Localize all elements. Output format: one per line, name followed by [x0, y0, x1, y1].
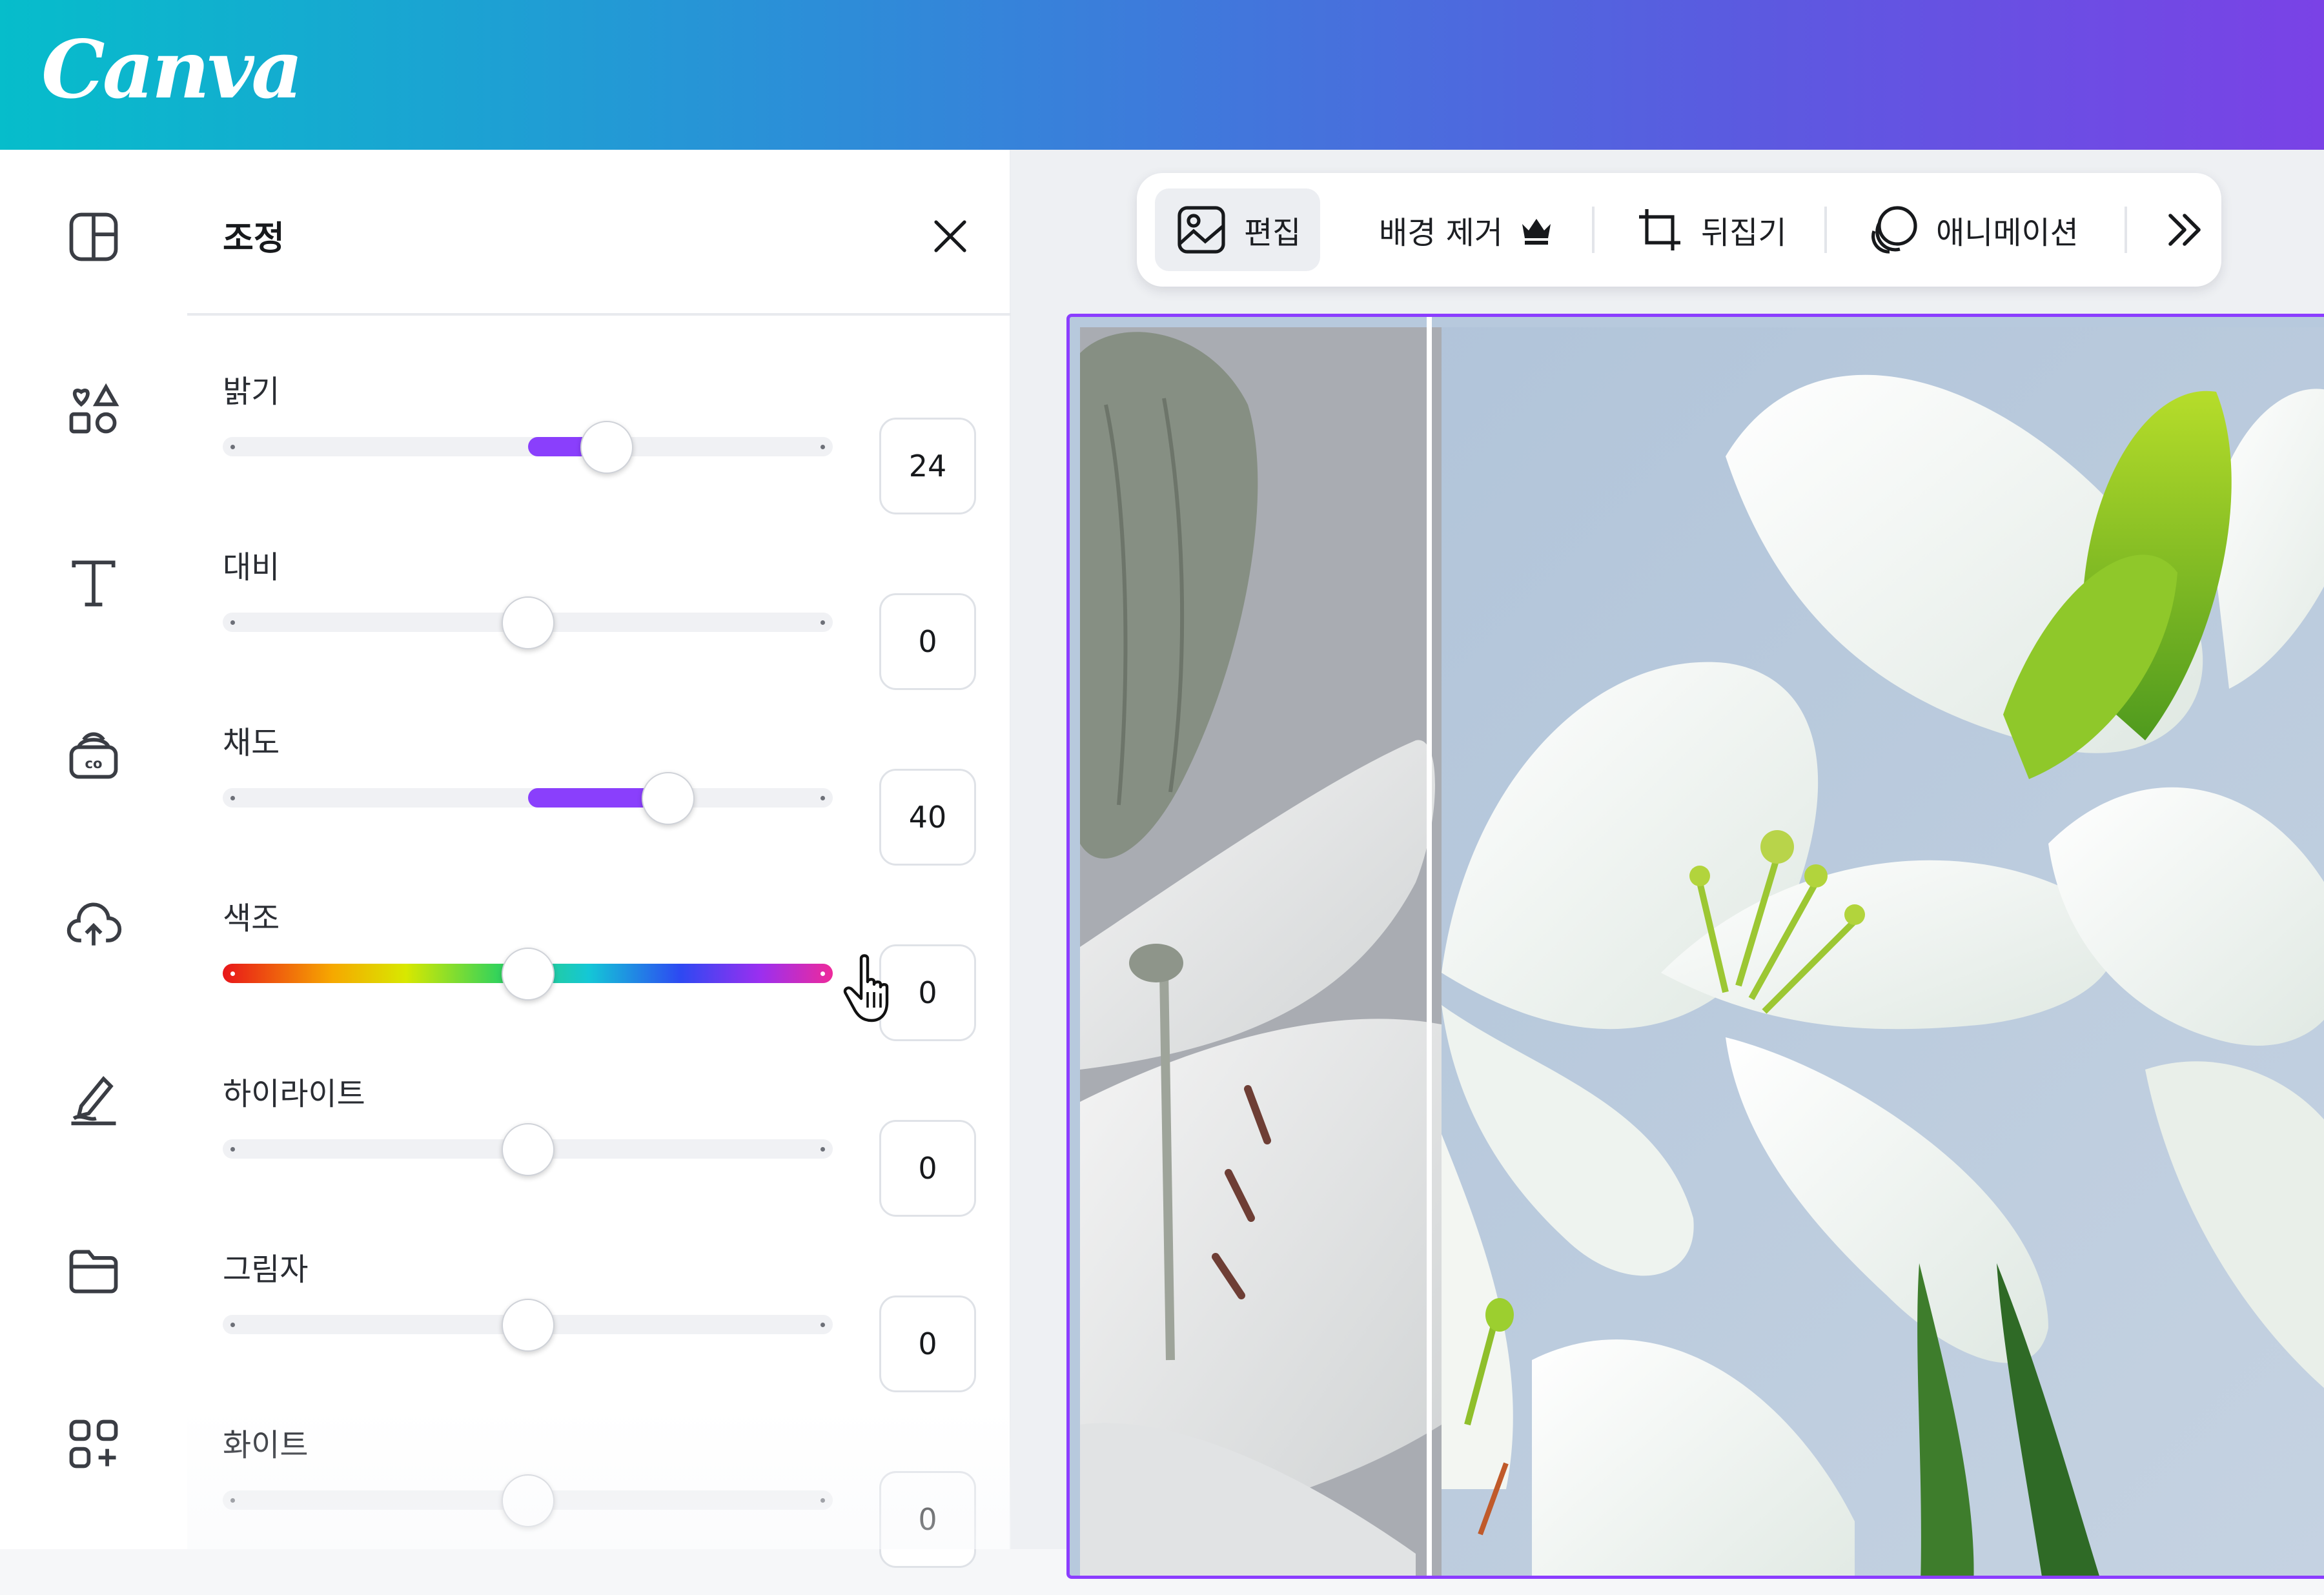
draw-icon[interactable]: [61, 1066, 126, 1131]
slider-thumb[interactable]: [501, 596, 555, 649]
adjustment-row: 밝기 24: [187, 366, 1011, 542]
slider-end-dot: [230, 1323, 235, 1327]
value-input[interactable]: 0: [879, 1120, 976, 1217]
slider-thumb[interactable]: [641, 772, 695, 825]
slider-end-dot: [821, 445, 825, 449]
crown-icon: [1522, 219, 1551, 245]
adjustment-row: 그림자 0: [187, 1244, 1011, 1419]
slider-end-dot: [230, 1147, 235, 1152]
hand-cursor-icon: [839, 953, 904, 1024]
adjustment-row: 화이트 0: [187, 1419, 1011, 1595]
value-input[interactable]: 0: [879, 1295, 976, 1392]
upload-cloud-icon[interactable]: [61, 893, 126, 958]
adjustment-label: 화이트: [223, 1427, 309, 1463]
svg-text:co: co: [85, 755, 103, 771]
slider-end-dot: [230, 971, 235, 976]
toolbar-separator: [1592, 207, 1595, 253]
slider-thumb[interactable]: [501, 1123, 555, 1176]
adjustment-label: 색조: [223, 900, 280, 937]
flip-button[interactable]: 뒤집기: [1615, 188, 1806, 271]
adjust-panel: 조정 밝기 24 대비 0 채도 40 색조 0 하이라이트 0 그림자 0 화이트 0: [187, 150, 1011, 1568]
slider-end-dot: [230, 620, 235, 625]
slider-end-dot: [821, 796, 825, 800]
animate-button[interactable]: 애니메이션: [1847, 188, 2098, 271]
slider-thumb[interactable]: [501, 1474, 555, 1527]
value-input[interactable]: 0: [879, 593, 976, 690]
lily-photo: [1080, 327, 2324, 1576]
close-icon[interactable]: [923, 209, 977, 263]
slider-thumb[interactable]: [501, 1299, 555, 1352]
image-toolbar: 편집 배경 제거 뒤집기 애니메이션: [1137, 173, 2221, 287]
edit-label: 편집: [1244, 215, 1301, 251]
edit-image-button[interactable]: 편집: [1155, 188, 1321, 271]
panel-title: 조정: [223, 219, 285, 258]
chevron-double-right-icon: [2168, 214, 2201, 246]
adjustment-label: 밝기: [223, 374, 280, 410]
adjustment-label: 그림자: [223, 1252, 309, 1288]
value-input[interactable]: 0: [879, 1471, 976, 1568]
top-bar: Canva: [0, 0, 2324, 150]
slider-end-dot: [230, 445, 235, 449]
flip-label: 뒤집기: [1701, 215, 1787, 251]
adjustment-slider[interactable]: [223, 1474, 833, 1527]
adjustment-slider[interactable]: [223, 596, 833, 649]
before-after-divider[interactable]: [1427, 317, 1432, 1576]
toolbar-separator: [1824, 207, 1827, 253]
slider-thumb[interactable]: [501, 948, 555, 1001]
adjustment-slider[interactable]: [223, 1299, 833, 1352]
layout-icon[interactable]: [61, 205, 126, 269]
adjustment-label: 대비: [223, 549, 280, 585]
adjustment-row: 대비 0: [187, 542, 1011, 717]
animate-icon: [1871, 206, 1917, 254]
slider-end-dot: [821, 1147, 825, 1152]
canva-logo[interactable]: Canva: [41, 23, 303, 117]
selected-image[interactable]: [1066, 314, 2324, 1579]
elements-icon[interactable]: [61, 377, 126, 442]
adjustment-label: 채도: [223, 725, 280, 761]
adjustment-slider[interactable]: [223, 421, 833, 474]
slider-end-dot: [821, 1498, 825, 1503]
value-input[interactable]: 24: [879, 418, 976, 514]
value-input[interactable]: 40: [879, 769, 976, 866]
canvas-area: 편집 배경 제거 뒤집기 애니메이션: [1011, 150, 2324, 1579]
toolbar-separator: [2125, 207, 2127, 253]
folder-icon[interactable]: [61, 1239, 126, 1304]
image-edit-icon: [1177, 206, 1225, 254]
slider-end-dot: [821, 620, 825, 625]
hue-slider[interactable]: [223, 948, 833, 1001]
crop-icon: [1639, 209, 1680, 250]
adjustment-slider[interactable]: [223, 1123, 833, 1176]
adjustment-slider[interactable]: [223, 772, 833, 825]
slider-thumb[interactable]: [580, 421, 634, 474]
adjustment-row: 하이라이트 0: [187, 1068, 1011, 1244]
slider-end-dot: [821, 1323, 825, 1327]
panel-divider: [187, 313, 1011, 316]
text-icon[interactable]: [61, 550, 126, 615]
brand-icon[interactable]: co: [61, 722, 126, 787]
slider-end-dot: [821, 971, 825, 976]
more-options-button[interactable]: [2141, 188, 2228, 271]
slider-end-dot: [230, 1498, 235, 1503]
adjustment-label: 하이라이트: [223, 1076, 365, 1112]
adjustment-row: 채도 40: [187, 717, 1011, 893]
bg-remove-label: 배경 제거: [1379, 215, 1503, 251]
apps-icon[interactable]: [61, 1412, 126, 1476]
slider-end-dot: [230, 796, 235, 800]
animate-label: 애니메이션: [1936, 215, 2079, 251]
side-rail: co: [0, 150, 187, 1549]
background-remover-button[interactable]: 배경 제거: [1360, 188, 1574, 271]
